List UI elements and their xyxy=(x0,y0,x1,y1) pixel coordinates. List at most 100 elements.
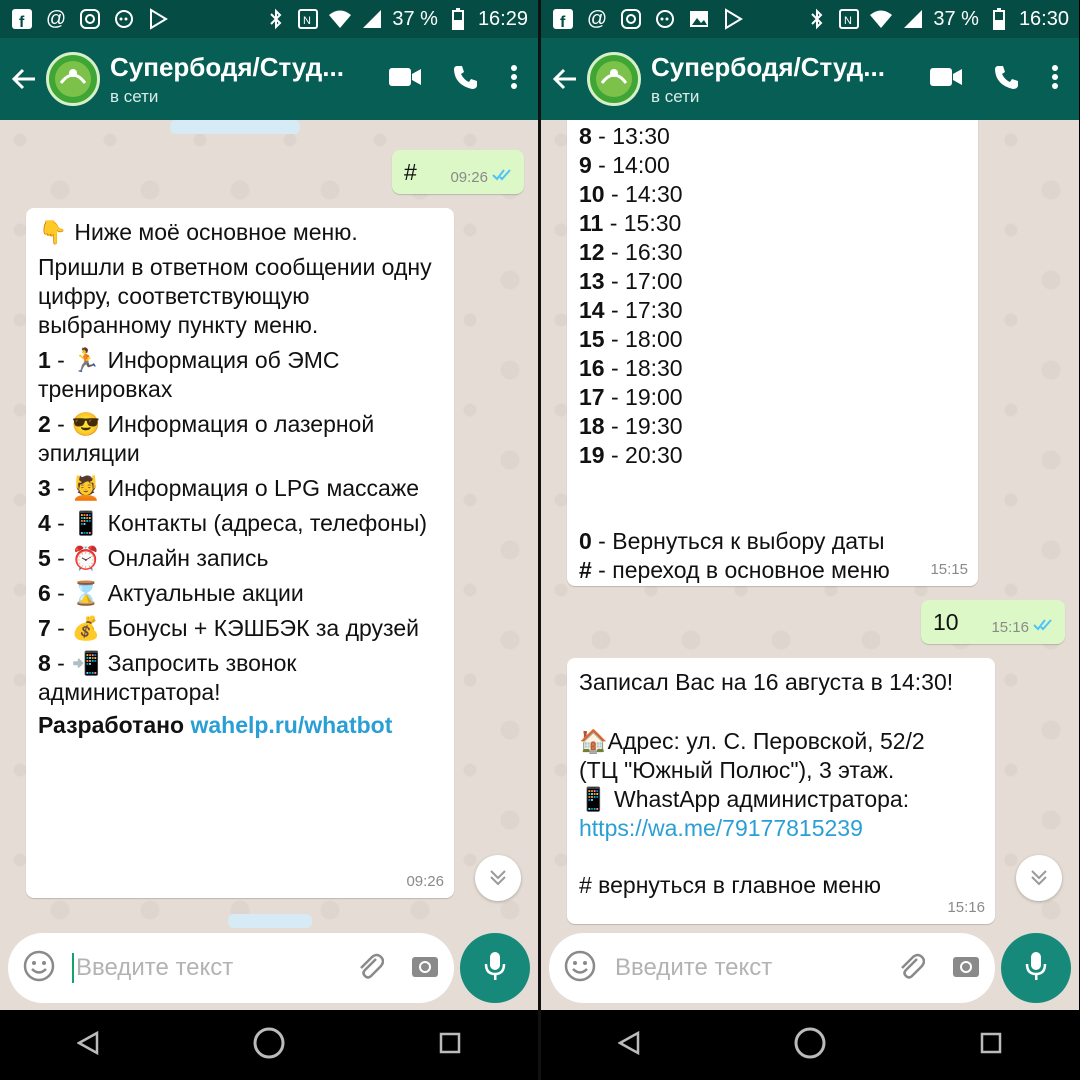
chat-screen-right: f @ N 37 % 16:30 Супербодя/Студ... в сет… xyxy=(541,0,1079,1080)
emoji-icon[interactable] xyxy=(563,949,597,988)
nav-recents-icon[interactable] xyxy=(439,1032,461,1059)
nav-bar xyxy=(541,1010,1079,1080)
slot-number: 9 xyxy=(579,151,592,178)
nav-bar xyxy=(0,1010,538,1080)
attach-icon[interactable] xyxy=(895,951,926,986)
play-store-icon xyxy=(146,7,170,31)
slot-time: - 17:30 xyxy=(604,296,683,323)
menu-item: 2 - 😎 Информация о лазерной эпиляции xyxy=(38,410,375,466)
menu-instructions: Пришли в ответном сообщении одну цифру, … xyxy=(38,253,432,338)
more-options-icon[interactable] xyxy=(510,63,518,96)
phone-call-icon[interactable] xyxy=(993,63,1021,96)
chat-area[interactable]: # 09:26 👇 Ниже моё основное меню. Пришли… xyxy=(0,120,538,930)
slot-number: 8 xyxy=(579,123,592,149)
mobile-phone-emoji: 📱 xyxy=(579,785,608,812)
camera-icon[interactable] xyxy=(410,952,440,985)
text-caret xyxy=(72,953,74,983)
chat-title: Супербодя/Студ... xyxy=(651,51,885,82)
at-sign-icon: @ xyxy=(586,7,608,30)
menu-item-emoji: 🏃 xyxy=(71,346,101,373)
chat-header[interactable]: Супербодя/Студ... в сети xyxy=(651,52,891,107)
chat-title: Супербодя/Студ... xyxy=(110,51,344,82)
menu-item-emoji: 💆 xyxy=(71,474,101,501)
slot-time: - 20:30 xyxy=(604,441,683,468)
avatar[interactable] xyxy=(587,52,641,106)
time-slot-option: 8 - 13:30 xyxy=(579,122,966,151)
svg-text:N: N xyxy=(844,15,852,27)
nfc-icon: N xyxy=(296,7,320,31)
whatsapp-link[interactable]: https://wa.me/79177815239 xyxy=(579,814,983,843)
message-input[interactable]: Введите текст xyxy=(8,933,454,1003)
menu-message[interactable]: 👇 Ниже моё основное меню. Пришли в ответ… xyxy=(26,208,454,898)
video-call-icon[interactable] xyxy=(388,65,422,94)
slot-number: 18 xyxy=(579,412,605,439)
nav-back-icon[interactable] xyxy=(617,1030,640,1060)
time-slot-option: 14 - 17:30 xyxy=(579,296,966,325)
chat-area[interactable]: 8 - 13:30 9 - 14:00 10 - 14:30 11 - 15:30 12… xyxy=(541,120,1079,930)
house-emoji: 🏠 xyxy=(579,727,608,754)
menu-item: 5 - ⏰ Онлайн запись xyxy=(38,544,269,571)
battery-icon xyxy=(446,7,470,31)
scroll-down-button[interactable] xyxy=(1016,855,1062,901)
slot-time: - 18:30 xyxy=(604,354,683,381)
scroll-down-button[interactable] xyxy=(475,855,521,901)
menu-item: 1 - 🏃 Информация об ЭМС тренировках xyxy=(38,346,340,402)
chevron-down-icon xyxy=(487,865,509,892)
confirmation-message[interactable]: Записал Вас на 16 августа в 14:30! 🏠Адре… xyxy=(567,658,995,924)
phone-call-icon[interactable] xyxy=(452,63,480,96)
status-bar: f @ N 37 % 16:29 xyxy=(0,0,538,38)
menu-item: 6 - ⌛ Актуальные акции xyxy=(38,579,304,606)
nav-recents-icon[interactable] xyxy=(980,1032,1002,1059)
mic-button[interactable] xyxy=(1001,933,1071,1003)
menu-item-emoji: 💰 xyxy=(71,614,101,641)
nav-back-icon[interactable] xyxy=(76,1030,99,1060)
time-slots-message[interactable]: 8 - 13:30 9 - 14:00 10 - 14:30 11 - 15:30 12… xyxy=(567,120,978,586)
battery-percent: 37 % xyxy=(392,7,438,30)
time-slot-option: 16 - 18:30 xyxy=(579,354,966,383)
input-placeholder: Введите текст xyxy=(76,954,234,981)
message-input[interactable]: Введите текст xyxy=(549,933,995,1003)
camera-icon[interactable] xyxy=(951,952,981,985)
avatar[interactable] xyxy=(46,52,100,106)
back-arrow-icon[interactable] xyxy=(2,57,46,101)
developer-link[interactable]: wahelp.ru/whatbot xyxy=(190,712,392,738)
nfc-icon: N xyxy=(837,7,861,31)
message-text: # xyxy=(404,159,417,185)
nav-home-icon[interactable] xyxy=(793,1026,827,1065)
menu-item-number: 2 xyxy=(38,410,51,437)
back-to-date-option: 0 - Вернуться к выбору даты xyxy=(579,527,885,554)
outgoing-message[interactable]: # 09:26 xyxy=(392,150,524,194)
facebook-icon: f xyxy=(10,7,34,31)
chat-header[interactable]: Супербодя/Студ... в сети xyxy=(110,52,350,107)
time-slot-option: 18 - 19:30 xyxy=(579,412,966,441)
chat-status: в сети xyxy=(110,86,159,106)
svg-text:f: f xyxy=(19,14,25,30)
booking-confirmation: Записал Вас на 16 августа в 14:30! xyxy=(579,669,954,695)
mic-button[interactable] xyxy=(460,933,530,1003)
menu-item-emoji: ⏰ xyxy=(71,544,101,571)
attach-icon[interactable] xyxy=(354,951,385,986)
more-options-icon[interactable] xyxy=(1051,63,1059,96)
battery-icon xyxy=(987,7,1011,31)
time-slot-option: 10 - 14:30 xyxy=(579,180,966,209)
nav-home-icon[interactable] xyxy=(252,1026,286,1065)
play-store-icon xyxy=(721,7,745,31)
menu-item-emoji: 📱 xyxy=(71,509,101,536)
menu-item-number: 4 xyxy=(38,509,51,536)
message-text: 10 xyxy=(933,609,959,635)
back-arrow-icon[interactable] xyxy=(543,57,587,101)
emoji-icon[interactable] xyxy=(22,949,56,988)
chat-screen-left: f @ N 37 % 16:29 Супербодя/Студ... в сет… xyxy=(0,0,538,1080)
slot-time: - 19:00 xyxy=(604,383,683,410)
signal-icon xyxy=(360,7,384,31)
slot-time: - 16:30 xyxy=(604,238,683,265)
chat-bubble-icon xyxy=(112,7,136,31)
battery-percent: 37 % xyxy=(933,7,979,30)
time-slot-option: 9 - 14:00 xyxy=(579,151,966,180)
outgoing-message[interactable]: 10 15:16 xyxy=(921,600,1065,644)
input-bar: Введите текст xyxy=(541,930,1079,1010)
menu-footer: Разработано wahelp.ru/whatbot xyxy=(38,711,393,738)
video-call-icon[interactable] xyxy=(929,65,963,94)
signal-icon xyxy=(901,7,925,31)
instagram-icon xyxy=(619,7,643,31)
